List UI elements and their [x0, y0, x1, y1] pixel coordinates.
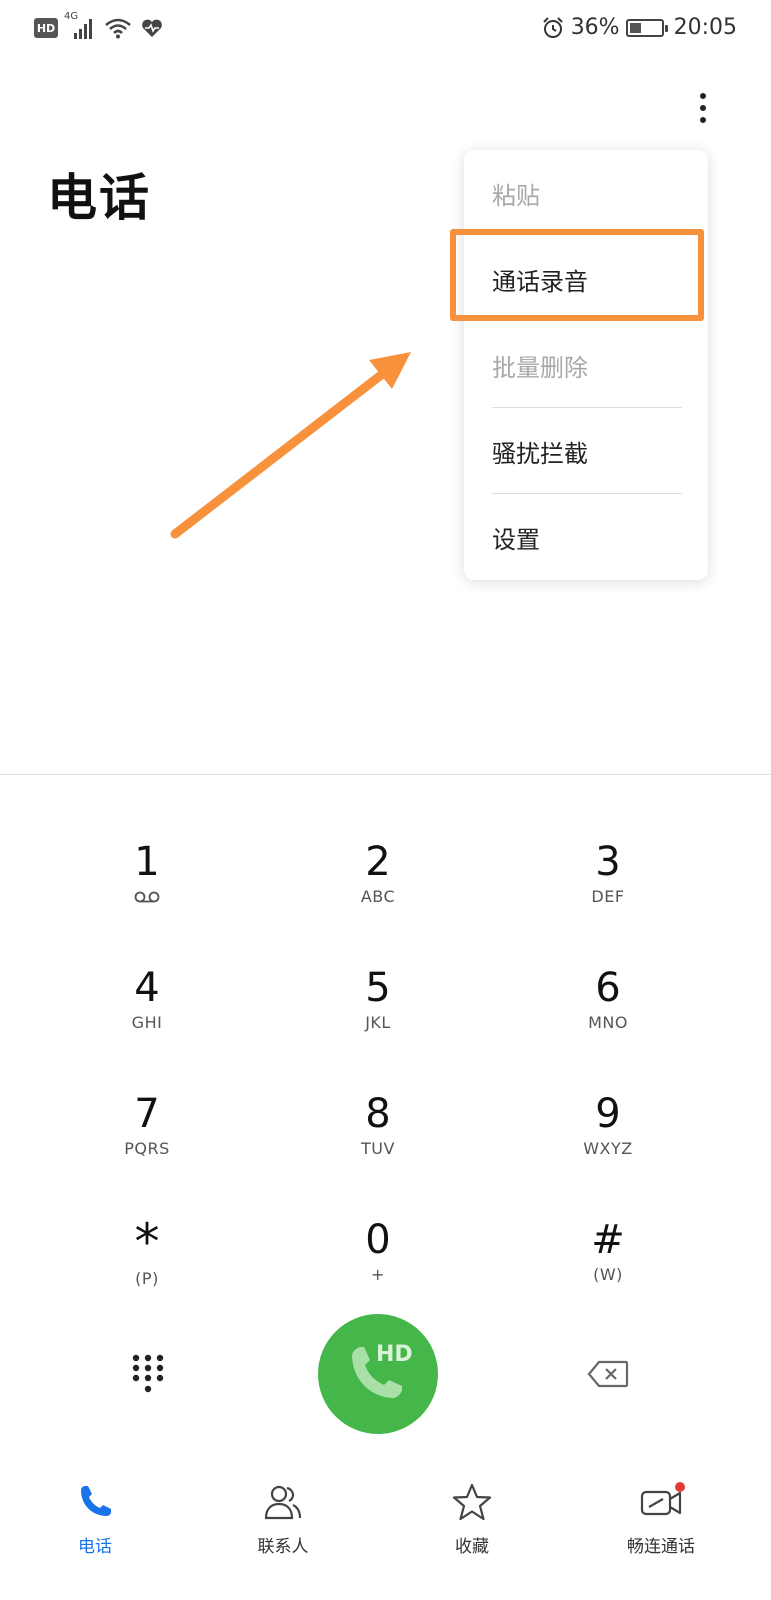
key-9[interactable]: 9 WXYZ — [518, 1090, 698, 1200]
key-digit: 0 — [365, 1217, 391, 1263]
menu-item-harassment-block[interactable]: 骚扰拦截 — [464, 408, 708, 494]
key-letters: JKL — [365, 1013, 391, 1032]
key-digit: 9 — [595, 1091, 621, 1137]
nav-item-contacts[interactable]: 联系人 — [213, 1480, 353, 1580]
key-letters: WXYZ — [583, 1139, 633, 1158]
key-8[interactable]: 8 TUV — [288, 1090, 468, 1200]
key-letters: (P) — [135, 1269, 159, 1288]
key-3[interactable]: 3 DEF — [518, 838, 698, 948]
key-digit: 8 — [365, 1091, 391, 1137]
key-letters: TUV — [361, 1139, 395, 1158]
phone-icon — [81, 1486, 111, 1516]
key-letters: DEF — [591, 887, 625, 906]
key-0[interactable]: 0 + — [288, 1216, 468, 1326]
key-digit: 4 — [134, 965, 160, 1011]
backspace-icon[interactable] — [587, 1360, 629, 1388]
star-icon — [452, 1483, 492, 1521]
nav-label: 电话 — [78, 1537, 112, 1557]
voicemail-icon — [134, 891, 160, 903]
key-7[interactable]: 7 PQRS — [57, 1090, 237, 1200]
key-4[interactable]: 4 GHI — [57, 964, 237, 1074]
key-letters: + — [371, 1265, 385, 1284]
key-digit: 3 — [595, 839, 621, 885]
menu-item-batch-delete: 批量删除 — [492, 353, 588, 382]
notification-dot — [675, 1482, 685, 1492]
hd-badge: HD — [376, 1342, 413, 1367]
key-5[interactable]: 5 JKL — [288, 964, 468, 1074]
nav-label: 联系人 — [257, 1537, 309, 1557]
key-digit: 5 — [365, 965, 391, 1011]
phone-icon — [352, 1347, 402, 1398]
menu-item-paste: 粘贴 — [492, 181, 540, 210]
key-letters: (W) — [593, 1265, 623, 1284]
key-letters: MNO — [588, 1013, 628, 1032]
key-letters: ABC — [360, 887, 396, 906]
key-star[interactable]: * (P) — [57, 1216, 237, 1326]
key-hash[interactable]: # (W) — [518, 1216, 698, 1326]
key-digit: # — [591, 1217, 625, 1263]
key-digit: 2 — [365, 839, 391, 885]
nav-label: 收藏 — [455, 1537, 489, 1557]
key-1[interactable]: 1 — [57, 838, 237, 948]
nav-item-phone[interactable]: 电话 — [25, 1480, 165, 1580]
overflow-menu: 粘贴 通话录音 批量删除 骚扰拦截 设置 — [464, 150, 708, 580]
key-letters: GHI — [131, 1013, 163, 1032]
key-digit: 6 — [595, 965, 621, 1011]
call-button[interactable]: HD — [318, 1314, 438, 1434]
key-digit: * — [134, 1213, 160, 1271]
key-2[interactable]: 2 ABC — [288, 838, 468, 948]
key-letters: PQRS — [124, 1139, 170, 1158]
bottom-nav: 电话 联系人 收藏 畅连通话 — [0, 1470, 771, 1600]
nav-label: 畅连通话 — [627, 1537, 695, 1557]
nav-item-meetime[interactable]: 畅连通话 — [591, 1480, 731, 1580]
key-6[interactable]: 6 MNO — [518, 964, 698, 1074]
contacts-icon — [264, 1485, 302, 1520]
key-digit: 7 — [134, 1091, 160, 1137]
annotation-highlight-box — [450, 229, 704, 321]
dialpad-toggle-icon[interactable] — [130, 1352, 166, 1396]
keypad-separator — [0, 774, 771, 775]
menu-item-settings[interactable]: 设置 — [464, 494, 708, 580]
nav-item-favorites[interactable]: 收藏 — [402, 1480, 542, 1580]
key-digit: 1 — [134, 839, 160, 885]
